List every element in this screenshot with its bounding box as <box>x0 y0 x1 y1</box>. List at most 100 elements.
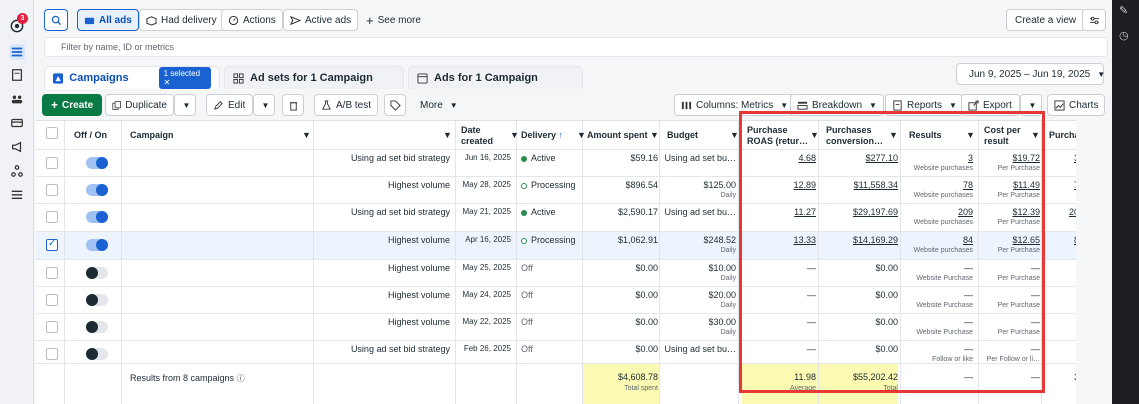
row-checkbox[interactable] <box>46 157 58 169</box>
purchases[interactable]: 3 <box>1074 153 1076 163</box>
actions-filter[interactable]: Actions <box>221 9 283 31</box>
delivery-status: Processing <box>521 180 576 190</box>
create-button[interactable]: + Create <box>42 94 103 116</box>
chevron-down-icon[interactable]: ▼ <box>650 130 659 140</box>
more-button[interactable]: More ▼ <box>414 94 464 116</box>
row-toggle[interactable] <box>86 294 108 306</box>
annotation-highlight-box <box>739 111 1045 393</box>
col-off-on[interactable]: Off / On <box>74 130 107 141</box>
tag-icon <box>389 99 401 111</box>
chevron-down-icon[interactable]: ▼ <box>577 130 586 140</box>
table-icon[interactable] <box>9 44 25 60</box>
plus-icon: + <box>366 12 374 28</box>
row-toggle[interactable] <box>86 157 108 169</box>
chevron-down-icon: ▼ <box>869 100 877 110</box>
delivery-status: Off <box>521 344 533 354</box>
delivery-status: Off <box>521 263 533 273</box>
edit-button[interactable]: Edit <box>206 94 253 116</box>
active-ads-filter[interactable]: Active ads <box>283 9 359 31</box>
breakdown-icon <box>797 101 808 110</box>
see-more-button[interactable]: + See more <box>360 9 427 31</box>
purchases[interactable]: 20 <box>1069 207 1076 217</box>
row-toggle[interactable] <box>86 321 108 333</box>
tab-ad-sets[interactable]: Ad sets for 1 Campaign <box>224 66 404 89</box>
date-created: Feb 26, 2025 <box>463 344 511 353</box>
clock-icon[interactable]: ◷ <box>1119 29 1129 42</box>
row-toggle[interactable] <box>86 348 108 360</box>
chevron-down-icon: ▼ <box>449 100 458 110</box>
col-purchases[interactable]: Purchases <box>1049 130 1076 141</box>
row-checkbox[interactable] <box>46 348 58 360</box>
budget: $125.00 <box>703 180 736 190</box>
budget-period: Daily <box>720 247 736 254</box>
select-all-checkbox[interactable] <box>46 127 58 139</box>
chevron-down-icon[interactable]: ▼ <box>302 130 311 140</box>
megaphone-icon[interactable] <box>9 139 25 155</box>
pencil-icon[interactable]: ✎ <box>1119 4 1128 17</box>
menu-icon[interactable] <box>9 187 25 203</box>
plus-icon: + <box>51 98 59 112</box>
duplicate-menu-button[interactable]: ▼ <box>174 94 196 116</box>
row-toggle[interactable] <box>86 184 108 196</box>
col-campaign[interactable]: Campaign <box>130 130 174 141</box>
search-button[interactable] <box>44 9 68 31</box>
row-checkbox[interactable] <box>46 321 58 333</box>
row-checkbox[interactable] <box>46 211 58 223</box>
row-checkbox[interactable] <box>46 294 58 306</box>
row-toggle[interactable] <box>86 239 108 251</box>
duplicate-button[interactable]: Duplicate <box>105 94 174 116</box>
events-icon[interactable] <box>9 163 25 179</box>
tag-button[interactable] <box>384 94 406 116</box>
purchases[interactable]: 8 <box>1074 235 1076 245</box>
budget-period: Daily <box>720 192 736 199</box>
gauge-icon <box>228 15 239 25</box>
row-toggle[interactable] <box>86 267 108 279</box>
billing-icon[interactable] <box>9 115 25 131</box>
tab-campaigns[interactable]: Campaigns 1 selected ✕ <box>44 66 220 89</box>
audiences-icon[interactable] <box>9 91 25 107</box>
date-created: May 28, 2025 <box>462 180 511 189</box>
pages-icon[interactable] <box>9 67 25 83</box>
charts-button[interactable]: Charts <box>1047 94 1106 116</box>
ab-test-button[interactable]: A/B test <box>314 94 379 116</box>
row-checkbox[interactable] <box>46 267 58 279</box>
bid-strategy: Using ad set bid strategy <box>350 344 450 354</box>
folder-icon <box>84 17 95 24</box>
chevron-down-icon[interactable]: ▼ <box>443 130 452 140</box>
purchases[interactable]: 7 <box>1074 180 1076 190</box>
budget: $10.00 <box>708 263 736 273</box>
notification-badge: 3 <box>17 13 28 24</box>
row-checkbox[interactable]: ✓ <box>46 238 58 251</box>
chevron-down-icon: ▼ <box>949 100 957 110</box>
date-created: Jun 16, 2025 <box>464 153 511 162</box>
view-settings-button[interactable] <box>1082 9 1106 31</box>
column-divider <box>121 121 122 404</box>
had-delivery-filter[interactable]: Had delivery <box>139 9 224 31</box>
col-date-created[interactable]: Date created <box>461 125 493 147</box>
all-ads-filter[interactable]: All ads <box>77 9 139 31</box>
chevron-down-icon: ▼ <box>1028 100 1037 110</box>
status-dot-icon <box>521 155 527 162</box>
tab-ads[interactable]: Ads for 1 Campaign <box>408 66 583 89</box>
col-delivery[interactable]: Delivery ↑ <box>521 130 563 141</box>
delivery-status: Off <box>521 317 533 327</box>
status-ring-icon <box>521 182 527 189</box>
edit-menu-button[interactable]: ▼ <box>253 94 275 116</box>
row-toggle[interactable] <box>86 211 108 223</box>
row-checkbox[interactable] <box>46 184 58 196</box>
chevron-down-icon[interactable]: ▼ <box>510 130 519 140</box>
chevron-down-icon[interactable]: ▼ <box>730 130 739 140</box>
info-icon[interactable]: ⓘ <box>237 374 245 383</box>
col-amount-spent[interactable]: Amount spent <box>587 130 648 141</box>
filter-input[interactable]: Filter by name, ID or metrics <box>44 37 1108 57</box>
right-rail: ✎ ◷ <box>1112 0 1139 404</box>
bid-strategy: Highest volume <box>387 317 450 327</box>
close-icon[interactable]: ✕ <box>164 78 171 87</box>
col-budget[interactable]: Budget <box>667 130 698 141</box>
date-range-picker[interactable]: Jun 9, 2025 – Jun 19, 2025 ▼ <box>956 63 1105 85</box>
create-view-button[interactable]: Create a view <box>1006 9 1086 31</box>
trash-icon <box>289 101 297 111</box>
delete-button[interactable] <box>282 94 304 116</box>
bid-strategy: Using ad set bid strategy <box>350 153 450 163</box>
selected-count-chip[interactable]: 1 selected ✕ <box>158 67 211 89</box>
